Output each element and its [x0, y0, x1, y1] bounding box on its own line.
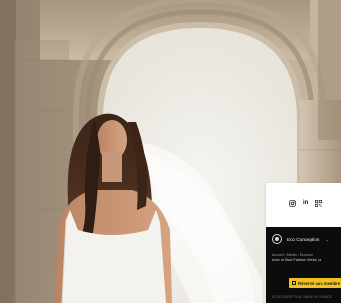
lock-icon [292, 281, 296, 285]
chevron-down-icon: ⌄ [325, 236, 329, 242]
qr-code-icon[interactable] [315, 200, 323, 207]
dark-info-panel: Eco Conception ⌄ Accueil › Média › Écono… [266, 227, 341, 303]
article-subtitle: Avec la Slow Fashion Week, la [272, 258, 322, 262]
brand-label: Eco Conception [287, 236, 320, 242]
brand-dropdown[interactable]: Eco Conception ⌄ [272, 234, 329, 244]
linkedin-icon[interactable]: in [303, 200, 308, 207]
social-links: in [289, 200, 323, 207]
members-only-label: Réservé aux membre [298, 280, 341, 286]
footer-note: ÉCOCONCEPTION, MADE IN FRANCE [272, 295, 333, 299]
breadcrumb[interactable]: Accueil › Média › Économ [272, 253, 313, 257]
brand-logo-icon [272, 234, 282, 244]
instagram-icon[interactable] [289, 200, 296, 207]
members-only-button[interactable]: Réservé aux membre [289, 278, 341, 288]
social-strip: in [266, 183, 341, 227]
